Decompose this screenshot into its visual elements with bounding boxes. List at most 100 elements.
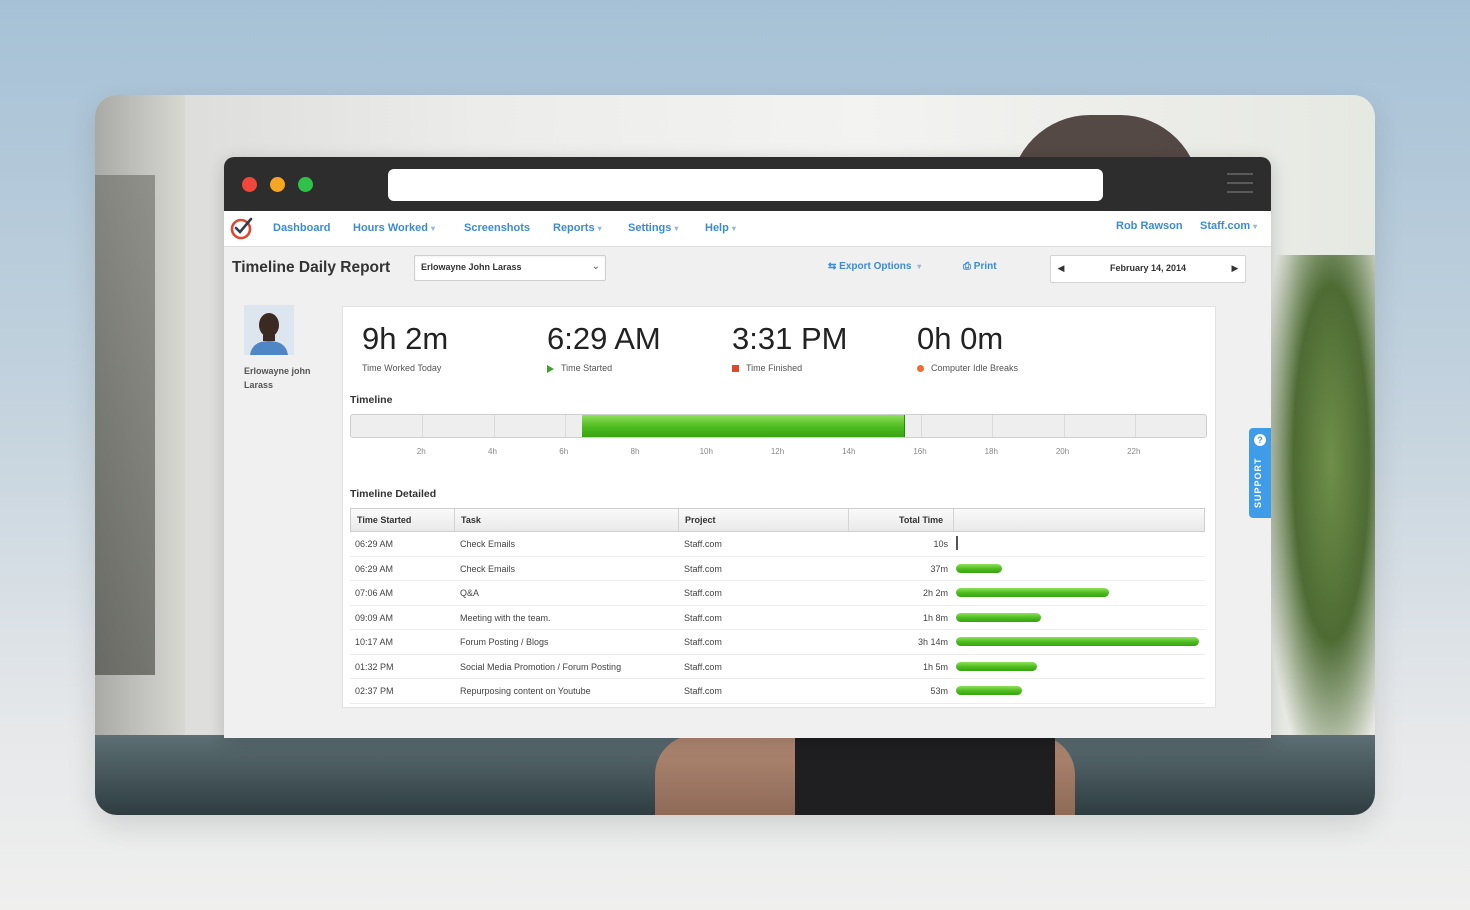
staff-logo-icon[interactable] [230, 216, 254, 240]
current-date[interactable]: February 14, 2014 [1051, 263, 1245, 273]
employee-select-value: Erlowayne John Larass [421, 262, 522, 272]
duration-bar [956, 686, 1023, 695]
cell-project: Staff.com [684, 588, 722, 598]
timeline-segment[interactable] [871, 415, 905, 437]
stat-time-finished: 3:31 PM Time Finished [732, 321, 847, 373]
cell-time-started: 10:17 AM [355, 637, 394, 647]
address-bar[interactable] [388, 169, 1103, 201]
employee-select[interactable]: Erlowayne John Larass ⌄ [414, 255, 606, 281]
timeline-detailed-label: Timeline Detailed [350, 488, 437, 500]
timeline-label: Timeline [350, 394, 393, 406]
close-window-button[interactable] [242, 177, 257, 192]
nav-dashboard[interactable]: Dashboard [273, 222, 330, 234]
stat-label: Computer Idle Breaks [931, 363, 1019, 373]
nav-hours-worked[interactable]: Hours Worked ▾ [353, 222, 435, 234]
cell-total-time: 2h 2m [922, 588, 948, 598]
cell-total-time: 37m [930, 563, 948, 574]
play-triangle-icon [547, 364, 554, 373]
timeline-track[interactable] [350, 414, 1207, 438]
hamburger-menu-icon[interactable] [1227, 173, 1253, 195]
column-header[interactable]: Total Time [899, 515, 943, 525]
table-row[interactable]: 06:29 AM Check Emails Staff.com 37m [350, 557, 1205, 581]
timeline-segment[interactable] [833, 415, 873, 437]
timeline-tick-label: 12h [770, 447, 785, 456]
stat-label: Time Worked Today [362, 363, 442, 373]
table-row[interactable]: 02:37 PM Repurposing content on Youtube St… [350, 679, 1205, 704]
table-row[interactable]: 07:06 AM Q&A Staff.com 2h 2m [350, 581, 1205, 606]
cell-project: Staff.com [684, 612, 722, 623]
duration-bar [956, 563, 1003, 573]
timeline-detailed-table: Time Started Task Project Total Time 06:… [350, 508, 1205, 704]
nav-user[interactable]: Rob Rawson [1116, 220, 1183, 232]
table-row[interactable]: 09:09 AM Meeting with the team. Staff.com 1… [350, 606, 1205, 630]
timeline-tick-label: 22h [1127, 447, 1141, 456]
timeline-segment[interactable] [603, 415, 678, 437]
timeline-gridline [1063, 415, 1065, 437]
report-header: Timeline Daily Report Erlowayne John Lar… [224, 247, 1271, 289]
timeline-tick-label: 8h [630, 447, 640, 456]
duration-bar [956, 536, 958, 550]
cell-time-started: 01:32 PM [355, 661, 394, 672]
stat-label: Time Started [561, 363, 613, 373]
stop-square-icon [732, 365, 739, 373]
employee-avatar [244, 305, 294, 355]
report-panel: 9h 2m Time Worked Today 6:29 AM Time Sta… [342, 306, 1216, 708]
nav-reports[interactable]: Reports ▾ [553, 222, 602, 234]
printer-icon: ⎙ [963, 261, 971, 272]
nav-settings[interactable]: Settings ▾ [628, 222, 678, 234]
chevron-down-icon: ⌄ [591, 261, 600, 272]
timeline-tick-label: 2h [416, 447, 426, 456]
timeline-tick-label: 4h [488, 447, 497, 456]
cell-total-time: 53m [930, 686, 948, 696]
app-navbar: Dashboard Hours Worked ▾ Screenshots Repo… [224, 211, 1271, 247]
timeline-tick-label: 10h [699, 447, 713, 456]
table-row[interactable]: 01:32 PM Social Media Promotion / Forum P… [350, 655, 1205, 679]
nav-screenshots[interactable]: Screenshots [464, 222, 530, 234]
table-row[interactable]: 06:29 AM Check Emails Staff.com 10s [350, 532, 1205, 557]
stat-label: Time Finished [746, 363, 803, 373]
cell-total-time: 10s [933, 539, 948, 549]
cell-task: Check Emails [460, 563, 516, 574]
nav-company[interactable]: Staff.com ▾ [1200, 220, 1257, 232]
cell-time-started: 07:06 AM [355, 588, 394, 598]
next-day-button[interactable]: ▶ [1227, 260, 1243, 276]
background-plant [1265, 255, 1375, 775]
chevron-down-icon: ▾ [674, 224, 679, 233]
print-button[interactable]: ⎙ Print [963, 261, 997, 272]
chevron-down-icon: ▾ [597, 224, 602, 233]
table-header: Time Started Task Project Total Time [350, 508, 1205, 532]
cell-project: Staff.com [684, 637, 722, 647]
minimize-window-button[interactable] [270, 177, 285, 192]
chevron-down-icon: ▾ [1253, 222, 1258, 231]
cell-task: Social Media Promotion / Forum Posting [460, 661, 622, 672]
timeline-gridline [493, 415, 495, 437]
column-header[interactable]: Time Started [357, 515, 411, 525]
column-header[interactable]: Project [685, 515, 716, 525]
nav-help[interactable]: Help ▾ [705, 222, 736, 234]
timeline-segment[interactable] [717, 415, 834, 437]
date-picker: ◀ February 14, 2014 ▶ [1050, 255, 1246, 283]
timeline-gridline [422, 415, 424, 437]
timeline-segment[interactable] [581, 415, 605, 437]
cell-time-started: 02:37 PM [355, 686, 394, 696]
chevron-down-icon: ▾ [430, 224, 435, 233]
column-header[interactable]: Task [461, 515, 481, 525]
stat-value: 6:29 AM [547, 321, 661, 356]
support-tab[interactable]: ? SUPPORT [1249, 428, 1271, 518]
page-title: Timeline Daily Report [232, 259, 391, 276]
timeline-segment[interactable] [676, 415, 719, 437]
export-options-button[interactable]: ⇆ Export Options ▾ [828, 261, 921, 272]
background-shadow [95, 175, 155, 675]
employee-name[interactable]: Erlowayne john Larass [244, 364, 324, 392]
cell-task: Meeting with the team. [460, 612, 551, 623]
maximize-window-button[interactable] [298, 177, 313, 192]
table-row[interactable]: 10:17 AM Forum Posting / Blogs Staff.com 3h… [350, 630, 1205, 655]
timeline-gridline [1134, 415, 1136, 437]
background-person-shirt [795, 735, 1055, 815]
chevron-down-icon: ▾ [917, 262, 922, 271]
timeline-tick-label: 18h [984, 447, 998, 456]
browser-chrome [224, 157, 1271, 211]
chevron-down-icon: ▾ [731, 224, 736, 233]
stat-value: 9h 2m [362, 321, 449, 356]
cell-project: Staff.com [684, 686, 722, 696]
